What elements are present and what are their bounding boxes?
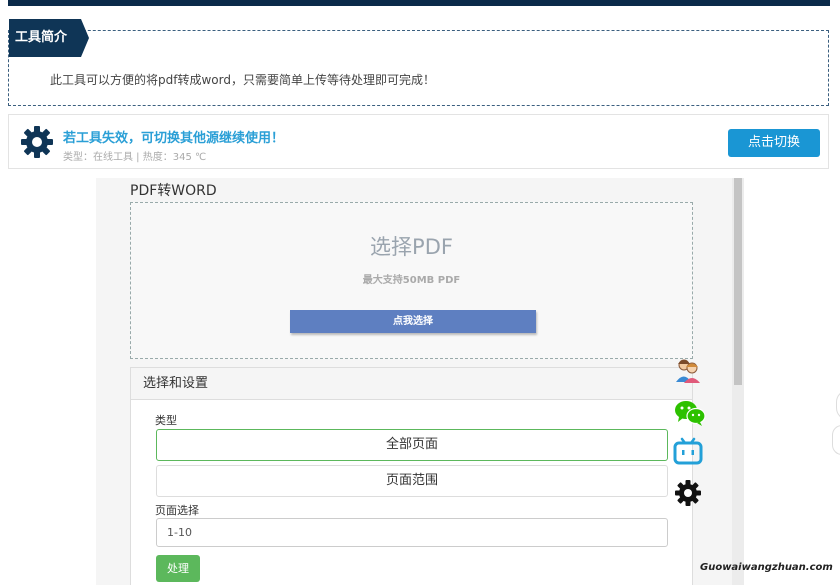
switch-source-bar: 若工具失效，可切换其他源继续使用！ 类型：在线工具 | 热度：345 ℃ 点击切… xyxy=(8,114,829,169)
option-all-pages[interactable]: 全部页面 xyxy=(156,429,668,461)
intro-text: 此工具可以方便的将pdf转成word，只需要简单上传等待处理即可完成！ xyxy=(50,73,435,87)
settings-gear-icon[interactable] xyxy=(673,478,703,508)
scrollbar-thumb[interactable] xyxy=(734,178,742,385)
switch-title: 若工具失效，可切换其他源继续使用！ xyxy=(63,131,285,146)
type-label: 类型 xyxy=(155,414,177,427)
scrollbar[interactable] xyxy=(732,178,744,585)
top-bar xyxy=(8,0,830,6)
upload-dropzone[interactable]: 选择PDF 最大支持50MB PDF 点我选择 xyxy=(130,202,693,359)
intro-tag: 工具简介 xyxy=(9,19,89,57)
edge-control[interactable] xyxy=(836,390,840,420)
option-page-range[interactable]: 页面范围 xyxy=(156,465,668,497)
settings-card: 选择和设置 类型 全部页面 页面范围 页面选择 1-10 处理 xyxy=(130,367,693,585)
intro-box: 工具简介 此工具可以方便的将pdf转成word，只需要简单上传等待处理即可完成！ xyxy=(8,19,829,106)
settings-header: 选择和设置 xyxy=(131,368,692,400)
process-button[interactable]: 处理 xyxy=(156,555,200,582)
choose-file-button[interactable]: 点我选择 xyxy=(290,310,536,333)
page-range-input[interactable]: 1-10 xyxy=(156,518,668,547)
edge-control-2[interactable] xyxy=(832,425,840,455)
switch-subtitle: 类型：在线工具 | 热度：345 ℃ xyxy=(63,152,207,163)
page-select-label: 页面选择 xyxy=(155,504,199,517)
watermark: Guowaiwangzhuan.com xyxy=(700,562,833,573)
wechat-icon[interactable] xyxy=(673,398,706,428)
upload-title: 选择PDF xyxy=(370,235,453,259)
users-icon[interactable] xyxy=(673,355,703,385)
page-title: PDF转WORD xyxy=(130,183,217,199)
gear-icon xyxy=(19,124,55,160)
converter-panel: PDF转WORD 选择PDF 最大支持50MB PDF 点我选择 选择和设置 类… xyxy=(96,178,744,585)
upload-hint: 最大支持50MB PDF xyxy=(362,275,461,286)
switch-source-button[interactable]: 点击切换 xyxy=(728,129,820,157)
bilibili-icon[interactable] xyxy=(673,437,703,467)
